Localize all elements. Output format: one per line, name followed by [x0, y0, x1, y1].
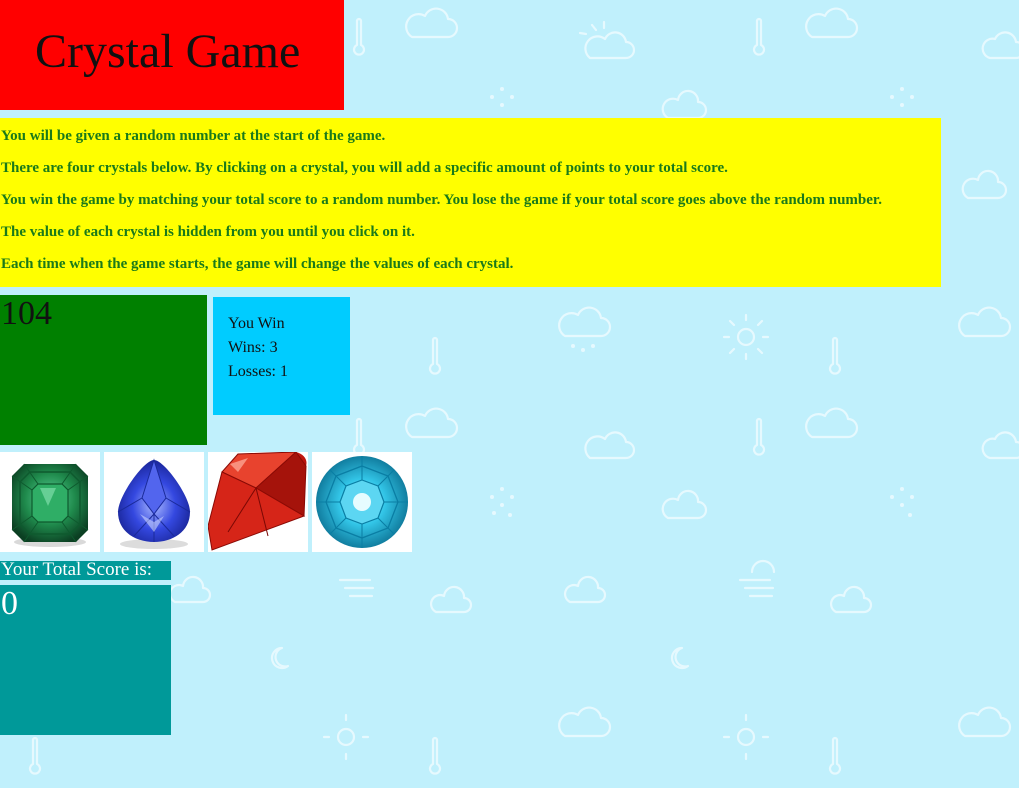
instruction-line: You will be given a random number at the…: [1, 128, 386, 144]
target-number-box: 104: [0, 295, 207, 445]
stats-box: You Win Wins: 3 Losses: 1: [213, 297, 350, 415]
ruby-crystal-icon: [208, 452, 307, 551]
emerald-crystal-icon: [11, 463, 89, 547]
crystal-button-emerald[interactable]: [0, 452, 100, 552]
instruction-line: You win the game by matching your total …: [1, 192, 882, 208]
total-score-value: 0: [1, 585, 18, 622]
instruction-line: Each time when the game starts, the game…: [1, 256, 514, 272]
topaz-crystal-icon: [316, 456, 408, 548]
game-header: Crystal Game: [0, 0, 344, 110]
sapphire-crystal-icon: [117, 458, 191, 549]
instruction-line: There are four crystals below. By clicki…: [1, 160, 728, 176]
crystal-button-topaz[interactable]: [312, 452, 412, 552]
crystal-button-sapphire[interactable]: [104, 452, 204, 552]
instruction-line: The value of each crystal is hidden from…: [1, 224, 415, 240]
page-title: Crystal Game: [35, 25, 301, 78]
crystal-button-ruby[interactable]: [208, 452, 308, 552]
score-label-bar: Your Total Score is:: [0, 559, 171, 580]
total-score-box: 0: [0, 585, 171, 735]
score-label: Your Total Score is:: [1, 559, 153, 580]
wins-counter: Wins: 3: [228, 339, 278, 356]
target-number: 104: [1, 295, 52, 332]
instructions-panel: You will be given a random number at the…: [0, 118, 941, 287]
game-status-text: You Win: [228, 315, 285, 332]
losses-counter: Losses: 1: [228, 363, 288, 380]
